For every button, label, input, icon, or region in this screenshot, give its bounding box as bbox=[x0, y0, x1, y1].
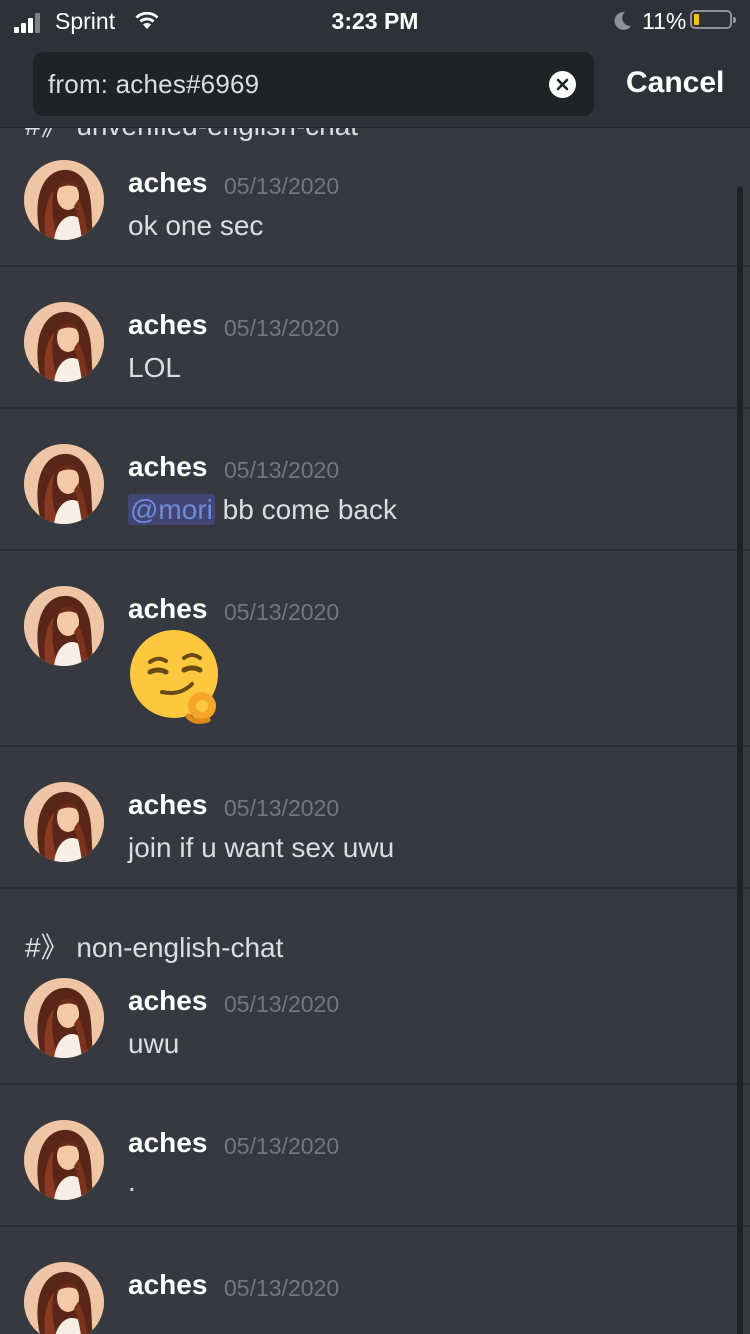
timestamp: 05/13/2020 bbox=[224, 457, 340, 483]
avatar[interactable] bbox=[24, 160, 104, 240]
divider bbox=[0, 549, 750, 551]
timestamp: 05/13/2020 bbox=[224, 991, 340, 1017]
avatar[interactable] bbox=[24, 1262, 104, 1334]
avatar[interactable] bbox=[24, 978, 104, 1058]
avatar[interactable] bbox=[24, 444, 104, 524]
battery-icon bbox=[690, 10, 736, 29]
username[interactable]: aches bbox=[128, 1127, 207, 1159]
timestamp: 05/13/2020 bbox=[224, 173, 340, 199]
message-item[interactable]: aches 05/13/2020 ok one sec bbox=[0, 128, 750, 266]
message-item[interactable]: aches 05/13/2020 @mori bb come back bbox=[0, 412, 750, 550]
message-text: ok one sec bbox=[128, 210, 264, 241]
message-text: . bbox=[128, 1166, 136, 1197]
divider bbox=[0, 1225, 750, 1227]
message-item[interactable]: aches 05/13/2020 uwu bbox=[0, 946, 750, 1084]
timestamp: 05/13/2020 bbox=[224, 315, 340, 341]
moon-icon bbox=[614, 11, 631, 30]
avatar[interactable] bbox=[24, 782, 104, 862]
smirk-ok-hand-emoji bbox=[130, 630, 218, 724]
timestamp: 05/13/2020 bbox=[224, 599, 340, 625]
timestamp: 05/13/2020 bbox=[224, 795, 340, 821]
user-mention[interactable]: @mori bbox=[128, 494, 215, 525]
message-item[interactable]: aches 05/13/2020 bbox=[0, 1230, 750, 1334]
divider bbox=[0, 887, 750, 889]
avatar[interactable] bbox=[24, 586, 104, 666]
avatar[interactable] bbox=[24, 302, 104, 382]
message-item[interactable]: aches 05/13/2020 LOL bbox=[0, 270, 750, 408]
message-text: @mori bb come back bbox=[128, 494, 397, 526]
search-input[interactable]: from: aches#6969 bbox=[33, 52, 594, 116]
close-icon bbox=[556, 78, 569, 91]
message-item[interactable]: aches 05/13/2020 bbox=[0, 554, 750, 746]
search-results[interactable]: #》 unverified-english-chat aches 05/13/2… bbox=[0, 128, 750, 1334]
username[interactable]: aches bbox=[128, 451, 207, 483]
scrollbar[interactable] bbox=[737, 186, 743, 1334]
search-query[interactable]: from: aches#6969 bbox=[48, 69, 259, 100]
message-item[interactable]: aches 05/13/2020 join if u want sex uwu bbox=[0, 750, 750, 888]
message-text: uwu bbox=[128, 1028, 180, 1059]
timestamp: 05/13/2020 bbox=[224, 1133, 340, 1159]
timestamp: 05/13/2020 bbox=[224, 1275, 340, 1301]
message-item[interactable]: aches 05/13/2020 . bbox=[0, 1088, 750, 1226]
username[interactable]: aches bbox=[128, 985, 207, 1017]
avatar[interactable] bbox=[24, 1120, 104, 1200]
message-text-rest: bb come back bbox=[214, 494, 397, 525]
status-bar: Sprint 3:23 PM 11% bbox=[0, 0, 750, 42]
clear-search-button[interactable] bbox=[549, 71, 576, 98]
username[interactable]: aches bbox=[128, 309, 207, 341]
clock: 3:23 PM bbox=[331, 8, 419, 34]
message-text: join if u want sex uwu bbox=[128, 832, 395, 863]
divider bbox=[0, 265, 750, 267]
battery-percent: 11% bbox=[642, 8, 687, 34]
top-bar: Sprint 3:23 PM 11% from: aches#6969 Canc… bbox=[0, 0, 750, 128]
cancel-button[interactable]: Cancel bbox=[626, 66, 724, 100]
username[interactable]: aches bbox=[128, 1269, 207, 1301]
username[interactable]: aches bbox=[128, 593, 207, 625]
message-text: LOL bbox=[128, 352, 181, 383]
divider bbox=[0, 1083, 750, 1085]
username[interactable]: aches bbox=[128, 789, 207, 821]
username[interactable]: aches bbox=[128, 167, 207, 199]
divider bbox=[0, 745, 750, 747]
divider bbox=[0, 407, 750, 409]
